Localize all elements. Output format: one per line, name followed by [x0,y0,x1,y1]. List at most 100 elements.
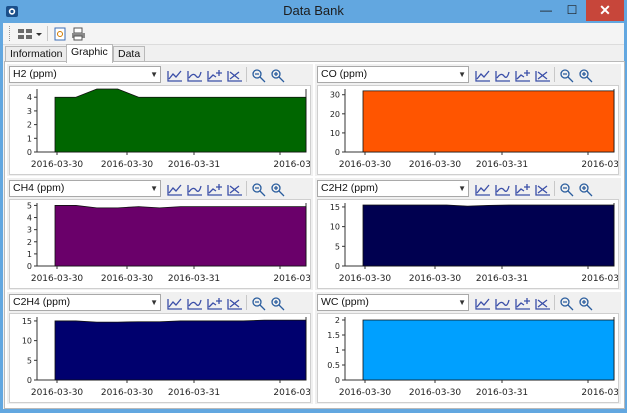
line-chart-button[interactable] [165,66,183,83]
y-tick-label: 0 [27,376,32,385]
parameter-select[interactable]: CO (ppm) ▼ [317,66,469,83]
chart-svg: 0 1 2 3 4 2016-03-30 2016-03-30 2016-03-31 2016-… [27,88,310,170]
zoom-out-button[interactable] [557,180,575,197]
smooth-line-icon [186,70,202,82]
zoom-in-button[interactable] [268,294,286,311]
main-toolbar [3,23,624,45]
add-series-button[interactable] [205,294,223,311]
smooth-line-button[interactable] [185,180,203,197]
chart-panel: CH4 (ppm) ▼ 0 1 2 3 4 5 2016-03-30 2016-03-30 2016… [7,178,313,290]
tab-information[interactable]: Information [5,46,68,62]
zoom-in-button[interactable] [576,180,594,197]
parameter-select-value: C2H4 (ppm) [13,296,71,308]
zoom-out-button[interactable] [249,180,267,197]
y-tick-label: 1.5 [327,331,340,340]
x-tick-label: 2016-03-30 [339,274,392,284]
remove-series-button[interactable] [225,66,243,83]
maximize-button[interactable]: ☐ [560,0,584,21]
smooth-line-button[interactable] [493,66,511,83]
remove-series-button[interactable] [225,180,243,197]
x-tick-label: 2016-03-30 [409,160,462,170]
zoom-out-button[interactable] [557,294,575,311]
y-tick-label: 0 [27,262,32,271]
chart-area[interactable]: 0 1 2 3 4 2016-03-30 2016-03-30 2016-03-31 2016-… [9,85,311,175]
close-button[interactable]: ✕ [586,0,624,21]
zoom-in-button[interactable] [268,66,286,83]
chart-area[interactable]: 0 1 2 3 4 5 2016-03-30 2016-03-30 2016-03-31 2016… [9,199,311,289]
chart-area[interactable]: 0 0.5 1 1.5 2 2016-03-30 2016-03-30 2016-03-31 2… [317,313,619,403]
chart-area[interactable]: 0 5 10 15 2016-03-30 2016-03-30 2016-03-31 2016… [317,199,619,289]
parameter-select[interactable]: C2H4 (ppm) ▼ [9,294,161,311]
minimize-button[interactable]: — [534,0,558,21]
y-tick-label: 2 [27,238,32,247]
chart-area[interactable]: 0 10 20 30 2016-03-30 2016-03-30 2016-03-31 201… [317,85,619,175]
y-tick-label: 15 [330,203,340,212]
series-area [362,204,615,267]
zoom-out-button[interactable] [249,66,267,83]
line-chart-button[interactable] [473,180,491,197]
zoom-in-icon [578,296,592,310]
smooth-line-button[interactable] [185,66,203,83]
tab-strip: Information Graphic Data [3,44,624,63]
remove-series-icon [534,298,550,310]
print-preview-button[interactable] [51,25,69,42]
y-tick-label: 30 [330,91,340,100]
remove-series-button[interactable] [533,180,551,197]
x-tick-label: 2016-03-30 [339,388,392,398]
zoom-in-icon [578,68,592,82]
add-series-button[interactable] [513,180,531,197]
y-tick-label: 10 [330,129,340,138]
y-tick-label: 0 [335,148,340,157]
y-tick-label: 5 [335,242,340,251]
title-bar[interactable]: Data Bank — ☐ ✕ [0,0,627,23]
add-series-button[interactable] [205,66,223,83]
remove-series-button[interactable] [533,294,551,311]
tab-data[interactable]: Data [113,46,146,62]
chart-area[interactable]: 0 5 10 15 2016-03-30 2016-03-30 2016-03-31 2016… [9,313,311,403]
smooth-line-button[interactable] [185,294,203,311]
print-button[interactable] [69,25,87,42]
zoom-out-button[interactable] [557,66,575,83]
toolbar-grip[interactable] [9,26,12,41]
zoom-in-button[interactable] [268,180,286,197]
line-chart-button[interactable] [165,180,183,197]
add-series-button[interactable] [513,294,531,311]
toolbar-separator [246,67,247,82]
series-area [362,90,615,153]
parameter-select[interactable]: C2H2 (ppm) ▼ [317,180,469,197]
remove-series-button[interactable] [533,66,551,83]
add-series-button[interactable] [205,180,223,197]
smooth-line-button[interactable] [493,180,511,197]
remove-series-icon [226,184,242,196]
layout-dropdown-button[interactable] [16,25,44,42]
tab-graphic[interactable]: Graphic [66,44,113,63]
line-chart-button[interactable] [473,294,491,311]
add-series-icon [206,297,222,310]
y-tick-label: 0 [335,376,340,385]
y-tick-label: 3 [27,107,32,116]
add-series-icon [206,69,222,82]
zoom-out-button[interactable] [249,294,267,311]
zoom-in-button[interactable] [576,294,594,311]
remove-series-button[interactable] [225,294,243,311]
y-tick-label: 0 [27,148,32,157]
x-tick-label: 2016-03-30 [31,388,84,398]
chart-panel: H2 (ppm) ▼ 0 1 2 3 4 2016-03-30 2016-03-30 2016-0… [7,64,313,176]
smooth-line-button[interactable] [493,294,511,311]
line-chart-button[interactable] [473,66,491,83]
zoom-in-button[interactable] [576,66,594,83]
line-chart-button[interactable] [165,294,183,311]
chevron-down-icon: ▼ [150,184,158,193]
y-tick-label: 0.5 [327,361,340,370]
parameter-select[interactable]: H2 (ppm) ▼ [9,66,161,83]
parameter-select[interactable]: WC (ppm) ▼ [317,294,469,311]
x-tick-label: 2016-03 [581,160,618,170]
y-tick-label: 10 [330,223,340,232]
add-series-button[interactable] [513,66,531,83]
chevron-down-icon: ▼ [458,184,466,193]
y-tick-label: 5 [27,356,32,365]
zoom-out-icon [559,68,573,82]
y-tick-label: 1 [27,250,32,259]
parameter-select[interactable]: CH4 (ppm) ▼ [9,180,161,197]
line-chart-icon [166,184,182,196]
